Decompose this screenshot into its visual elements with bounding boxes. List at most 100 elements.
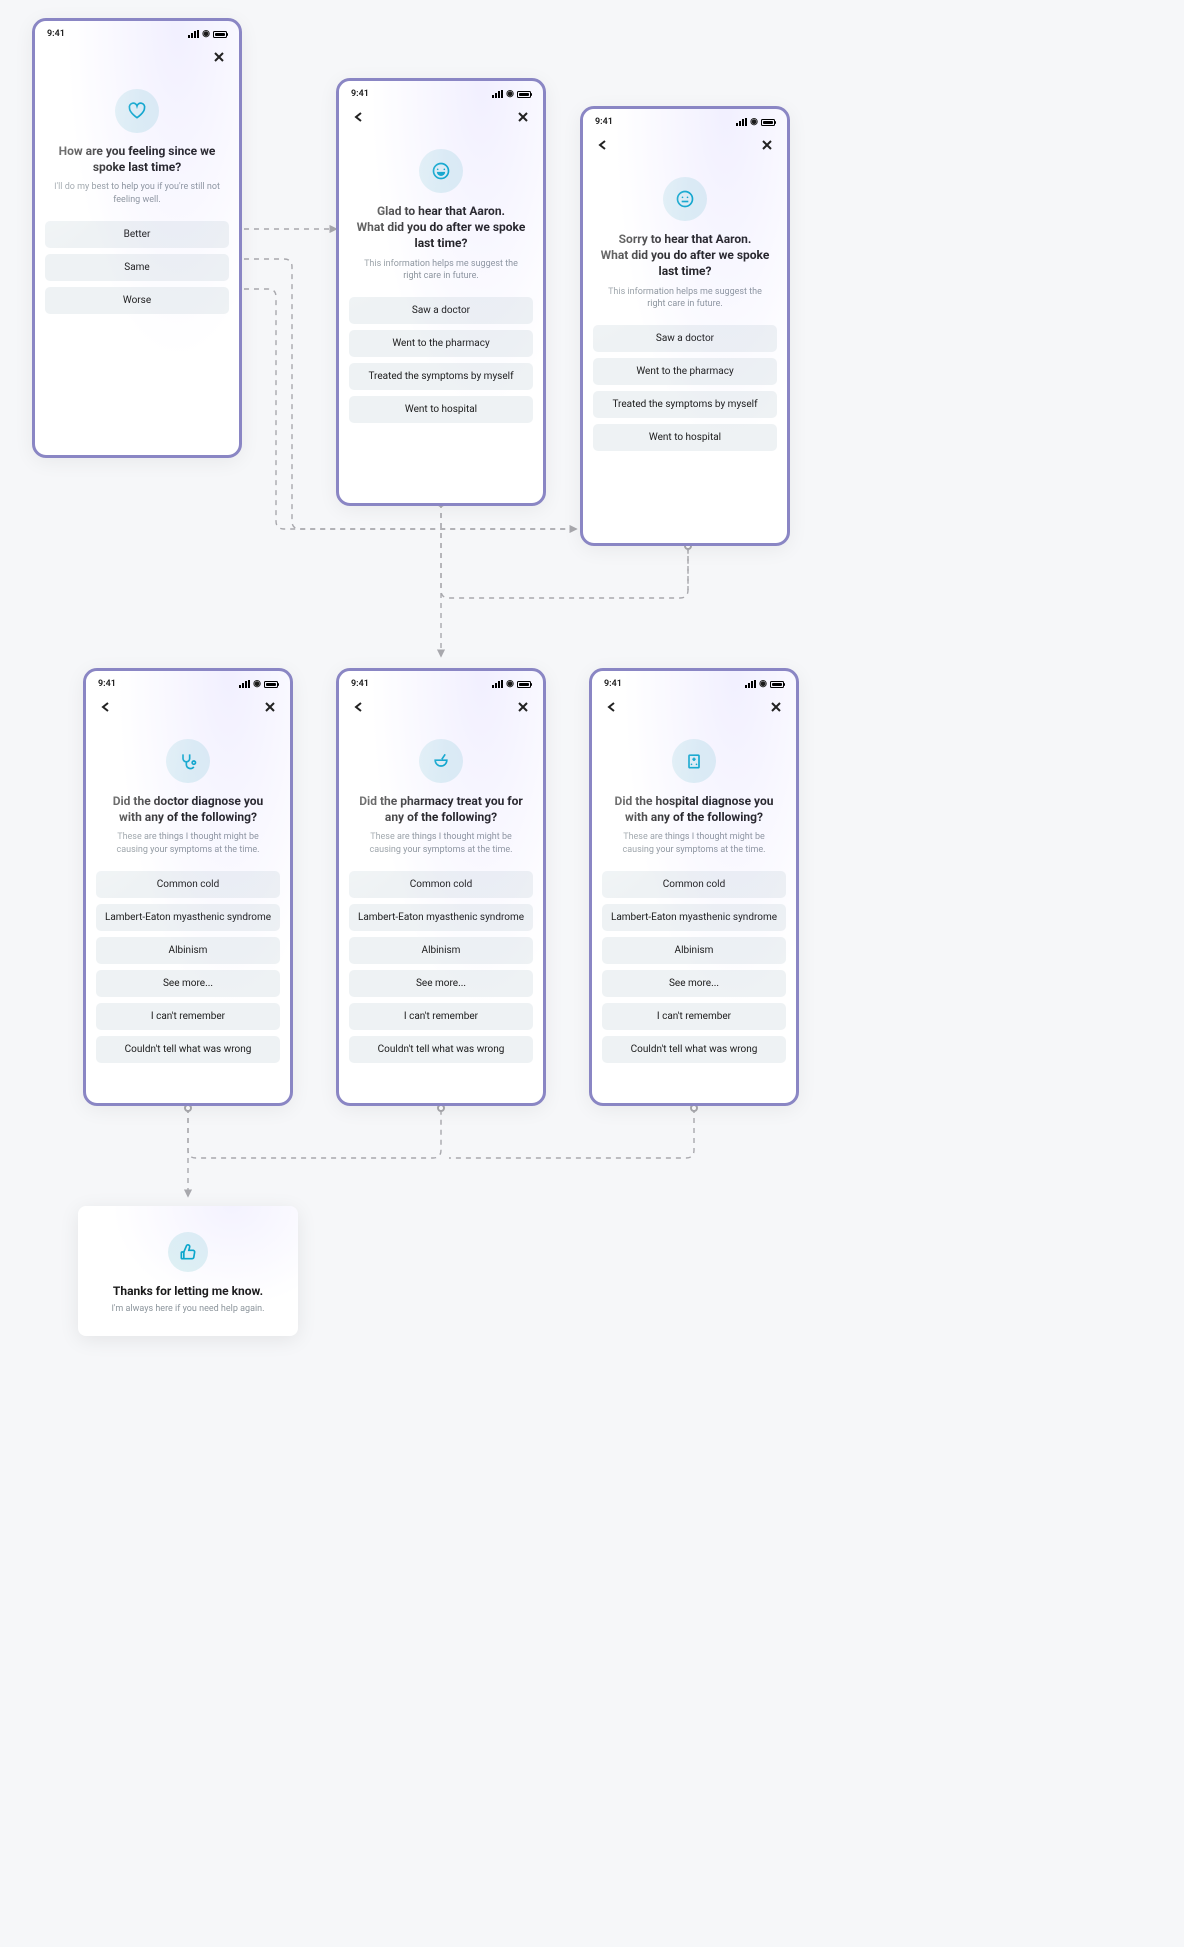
question-subtitle: I'll do my best to help you if you're st…: [53, 181, 221, 206]
options-list: Common cold Lambert-Eaton myasthenic syn…: [592, 871, 796, 1077]
back-button[interactable]: [604, 699, 620, 715]
option-lems[interactable]: Lambert-Eaton myasthenic syndrome: [349, 904, 533, 931]
option-common-cold[interactable]: Common cold: [349, 871, 533, 898]
signal-icon: [492, 680, 503, 688]
option-common-cold[interactable]: Common cold: [96, 871, 280, 898]
nav-row: [592, 693, 796, 721]
screen-hospital-diagnosis: 9:41 ◉ Did the hospital diagnose you wit…: [589, 668, 799, 1106]
hospital-icon: [672, 739, 716, 783]
option-same[interactable]: Same: [45, 254, 229, 281]
wifi-icon: ◉: [506, 90, 514, 99]
nav-row: [86, 693, 290, 721]
close-button[interactable]: [515, 109, 531, 125]
option-self-treated[interactable]: Treated the symptoms by myself: [349, 363, 533, 390]
option-couldnt-tell[interactable]: Couldn't tell what was wrong: [96, 1036, 280, 1063]
option-saw-doctor[interactable]: Saw a doctor: [593, 325, 777, 352]
option-albinism[interactable]: Albinism: [96, 937, 280, 964]
close-button[interactable]: [515, 699, 531, 715]
option-couldnt-tell[interactable]: Couldn't tell what was wrong: [349, 1036, 533, 1063]
callout-title: Thanks for letting me know.: [94, 1284, 282, 1298]
option-albinism[interactable]: Albinism: [349, 937, 533, 964]
option-better[interactable]: Better: [45, 221, 229, 248]
status-bar: 9:41 ◉: [339, 671, 543, 693]
options-list: Saw a doctor Went to the pharmacy Treate…: [583, 325, 787, 465]
stethoscope-icon: [166, 739, 210, 783]
status-time: 9:41: [47, 29, 65, 39]
status-bar: 9:41 ◉: [592, 671, 796, 693]
wifi-icon: ◉: [202, 30, 210, 39]
nav-row: [35, 43, 239, 71]
question-title: Did the doctor diagnose you with any of …: [102, 793, 274, 825]
option-worse[interactable]: Worse: [45, 287, 229, 314]
option-couldnt-tell[interactable]: Couldn't tell what was wrong: [602, 1036, 786, 1063]
option-lems[interactable]: Lambert-Eaton myasthenic syndrome: [96, 904, 280, 931]
back-button[interactable]: [595, 137, 611, 153]
option-pharmacy[interactable]: Went to the pharmacy: [349, 330, 533, 357]
question-title: How are you feeling since we spoke last …: [51, 143, 223, 175]
screen-feeling: 9:41 ◉ How are you feeling since we spok…: [32, 18, 242, 458]
close-button[interactable]: [211, 49, 227, 65]
option-lems[interactable]: Lambert-Eaton myasthenic syndrome: [602, 904, 786, 931]
question-title: Sorry to hear that Aaron. What did you d…: [599, 231, 771, 280]
mortar-pestle-icon: [419, 739, 463, 783]
status-bar: 9:41 ◉: [339, 81, 543, 103]
screen-sorry: 9:41 ◉ Sorry to hear that Aaron. What di…: [580, 106, 790, 546]
option-hospital[interactable]: Went to hospital: [349, 396, 533, 423]
status-bar: 9:41 ◉: [35, 21, 239, 43]
status-bar: 9:41 ◉: [583, 109, 787, 131]
option-cant-remember[interactable]: I can't remember: [349, 1003, 533, 1030]
status-icons: ◉: [188, 30, 227, 39]
status-icons: ◉: [492, 680, 531, 689]
back-button[interactable]: [98, 699, 114, 715]
status-time: 9:41: [351, 89, 369, 99]
status-icons: ◉: [239, 680, 278, 689]
option-cant-remember[interactable]: I can't remember: [602, 1003, 786, 1030]
wifi-icon: ◉: [506, 680, 514, 689]
option-see-more[interactable]: See more...: [349, 970, 533, 997]
screen-glad: 9:41 ◉ Glad to hear that Aaron. What did…: [336, 78, 546, 506]
question-subtitle: These are things I thought might be caus…: [104, 831, 272, 856]
options-list: Common cold Lambert-Eaton myasthenic syn…: [86, 871, 290, 1077]
wifi-icon: ◉: [750, 118, 758, 127]
option-hospital[interactable]: Went to hospital: [593, 424, 777, 451]
neutral-face-icon: [663, 177, 707, 221]
screen-pharmacy-treat: 9:41 ◉ Did the pharmacy treat you for an…: [336, 668, 546, 1106]
option-see-more[interactable]: See more...: [96, 970, 280, 997]
question-subtitle: This information helps me suggest the ri…: [601, 286, 769, 311]
signal-icon: [188, 30, 199, 38]
option-see-more[interactable]: See more...: [602, 970, 786, 997]
battery-icon: [264, 681, 278, 688]
signal-icon: [736, 118, 747, 126]
wifi-icon: ◉: [253, 680, 261, 689]
happy-face-icon: [419, 149, 463, 193]
status-time: 9:41: [604, 679, 622, 689]
option-common-cold[interactable]: Common cold: [602, 871, 786, 898]
nav-row: [583, 131, 787, 159]
back-button[interactable]: [351, 109, 367, 125]
options-list: Saw a doctor Went to the pharmacy Treate…: [339, 297, 543, 437]
heart-icon: [115, 89, 159, 133]
signal-icon: [492, 90, 503, 98]
battery-icon: [761, 119, 775, 126]
wifi-icon: ◉: [759, 680, 767, 689]
question-subtitle: These are things I thought might be caus…: [357, 831, 525, 856]
option-saw-doctor[interactable]: Saw a doctor: [349, 297, 533, 324]
status-icons: ◉: [736, 118, 775, 127]
close-button[interactable]: [759, 137, 775, 153]
option-pharmacy[interactable]: Went to the pharmacy: [593, 358, 777, 385]
question-title: Glad to hear that Aaron. What did you do…: [355, 203, 527, 252]
battery-icon: [517, 91, 531, 98]
close-button[interactable]: [262, 699, 278, 715]
signal-icon: [239, 680, 250, 688]
back-button[interactable]: [351, 699, 367, 715]
options-list: Common cold Lambert-Eaton myasthenic syn…: [339, 871, 543, 1077]
option-cant-remember[interactable]: I can't remember: [96, 1003, 280, 1030]
thumbs-up-icon: [168, 1232, 208, 1272]
battery-icon: [770, 681, 784, 688]
signal-icon: [745, 680, 756, 688]
close-button[interactable]: [768, 699, 784, 715]
option-self-treated[interactable]: Treated the symptoms by myself: [593, 391, 777, 418]
options-list: Better Same Worse: [35, 221, 239, 328]
option-albinism[interactable]: Albinism: [602, 937, 786, 964]
status-icons: ◉: [492, 90, 531, 99]
